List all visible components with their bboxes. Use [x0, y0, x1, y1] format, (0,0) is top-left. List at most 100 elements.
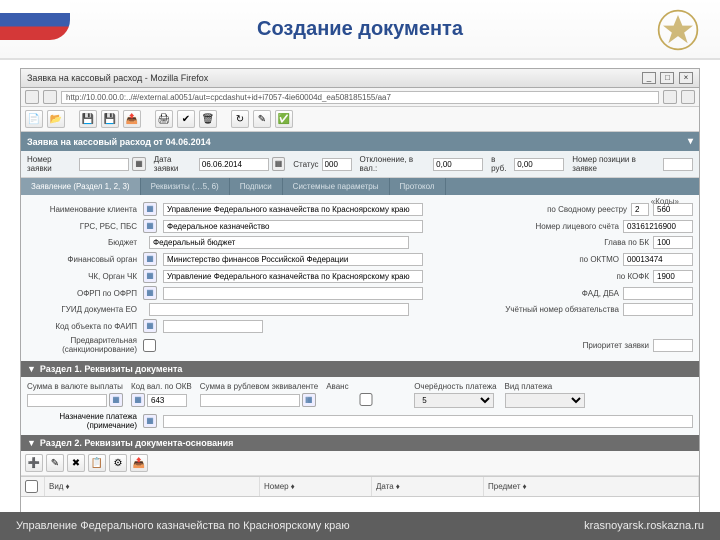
- codes-label: «Коды»: [651, 197, 679, 206]
- footer-site: krasnoyarsk.roskazna.ru: [584, 520, 704, 532]
- slide-footer: Управление Федерального казначейства по …: [0, 512, 720, 540]
- fin-input[interactable]: [163, 253, 423, 266]
- lineno-input[interactable]: [663, 158, 693, 171]
- refresh-icon[interactable]: ↻: [231, 110, 249, 128]
- sumrub-pick-icon[interactable]: ▦: [302, 393, 316, 407]
- ochered-select[interactable]: 5: [414, 393, 494, 408]
- r3-input[interactable]: [653, 236, 693, 249]
- select-all-checkbox[interactable]: [25, 480, 38, 493]
- chk-pick-icon[interactable]: ▦: [143, 269, 157, 283]
- r3-label: Глава по БК: [559, 238, 649, 247]
- vid-select[interactable]: [505, 393, 585, 408]
- bookmark-button[interactable]: [681, 90, 695, 104]
- num-pick-icon[interactable]: ▦: [132, 157, 145, 171]
- col-vid: Вид: [49, 482, 63, 491]
- status-label: Статус: [293, 160, 318, 169]
- export-row-icon[interactable]: 📤: [130, 454, 148, 472]
- prio-label: Приоритет заявки: [559, 341, 649, 350]
- save-icon[interactable]: 💾: [79, 110, 97, 128]
- sumval-input[interactable]: [27, 394, 107, 407]
- sumrub-input[interactable]: [200, 394, 300, 407]
- sort-icon[interactable]: ♦: [291, 482, 295, 491]
- window-title: Заявка на кассовый расход - Mozilla Fire…: [27, 73, 208, 83]
- avans-checkbox[interactable]: [326, 393, 406, 406]
- print-icon[interactable]: 🖨: [155, 110, 173, 128]
- kodokb-input[interactable]: [147, 394, 187, 407]
- ochered-label: Очерёдность платежа: [414, 382, 496, 391]
- calendar-icon[interactable]: ▦: [272, 157, 285, 171]
- forward-button[interactable]: [43, 90, 57, 104]
- check-icon[interactable]: ✔: [177, 110, 195, 128]
- minimize-button[interactable]: _: [642, 72, 656, 84]
- save-close-icon[interactable]: 💾: [101, 110, 119, 128]
- edit-row-icon[interactable]: ✎: [46, 454, 64, 472]
- r7-input[interactable]: [623, 303, 693, 316]
- maximize-button[interactable]: □: [660, 72, 674, 84]
- settings-icon[interactable]: ⚙: [109, 454, 127, 472]
- export-icon[interactable]: 📤: [123, 110, 141, 128]
- delete-row-icon[interactable]: ✖: [67, 454, 85, 472]
- chk-input[interactable]: [163, 270, 423, 283]
- kod-pick-icon[interactable]: ▦: [143, 319, 157, 333]
- copy-row-icon[interactable]: 📋: [88, 454, 106, 472]
- date-input[interactable]: [199, 158, 269, 171]
- fin-pick-icon[interactable]: ▦: [143, 252, 157, 266]
- sumrub-label: Сумма в рублевом эквиваленте: [200, 382, 318, 391]
- tab-system[interactable]: Системные параметры: [283, 178, 390, 195]
- sort-icon[interactable]: ♦: [523, 482, 527, 491]
- col-pred: Предмет: [488, 482, 521, 491]
- r4-input[interactable]: [623, 253, 693, 266]
- delete-icon[interactable]: 🗑: [199, 110, 217, 128]
- status-input[interactable]: [322, 158, 352, 171]
- otkl-input[interactable]: [433, 158, 483, 171]
- tab-podpisi[interactable]: Подписи: [230, 178, 283, 195]
- prio-input[interactable]: [653, 339, 693, 352]
- ofrp-input[interactable]: [163, 287, 423, 300]
- pred-checkbox[interactable]: [143, 339, 156, 352]
- browser-window: Заявка на кассовый расход - Mozilla Fire…: [20, 68, 700, 526]
- collapse-icon[interactable]: ▾: [688, 136, 693, 147]
- close-button[interactable]: ×: [679, 72, 693, 84]
- grs-input[interactable]: [163, 220, 423, 233]
- tab-protokol[interactable]: Протокол: [390, 178, 446, 195]
- r6-input[interactable]: [623, 287, 693, 300]
- sumval-pick-icon[interactable]: ▦: [109, 393, 123, 407]
- client-pick-icon[interactable]: ▦: [143, 202, 157, 216]
- num-input[interactable]: [79, 158, 129, 171]
- grs-pick-icon[interactable]: ▦: [143, 219, 157, 233]
- rub-input[interactable]: [514, 158, 564, 171]
- sign-icon[interactable]: ✎: [253, 110, 271, 128]
- otkl-label: Отклонение, в вал.:: [360, 155, 431, 173]
- kodokb-pick-icon[interactable]: ▦: [131, 393, 145, 407]
- nazn-input[interactable]: [163, 415, 693, 428]
- open-icon[interactable]: 📂: [47, 110, 65, 128]
- section1-header[interactable]: ▼ Раздел 1. Реквизиты документа: [21, 361, 699, 377]
- nazn-pick-icon[interactable]: ▦: [143, 414, 157, 428]
- approve-icon[interactable]: ✅: [275, 110, 293, 128]
- lineno-label: Номер позиции в заявке: [572, 155, 660, 173]
- avans-label: Аванс: [326, 382, 406, 391]
- back-button[interactable]: [25, 90, 39, 104]
- url-input[interactable]: http://10.00.00.0:../#/external.a0051/au…: [61, 91, 659, 104]
- ofrp-pick-icon[interactable]: ▦: [143, 286, 157, 300]
- reload-button[interactable]: [663, 90, 677, 104]
- tab-zayavlenie[interactable]: Заявление (Раздел 1, 2, 3): [21, 178, 141, 195]
- budget-input[interactable]: [149, 236, 409, 249]
- r2-input[interactable]: [623, 220, 693, 233]
- add-row-icon[interactable]: ➕: [25, 454, 43, 472]
- r5-input[interactable]: [653, 270, 693, 283]
- r1-input1[interactable]: [631, 203, 649, 216]
- chevron-down-icon: ▼: [27, 438, 36, 448]
- ofrp-label: ОФРП по ОФРП: [27, 289, 137, 298]
- section2-header[interactable]: ▼ Раздел 2. Реквизиты документа-основани…: [21, 435, 699, 451]
- tab-rekvizity[interactable]: Реквизиты (…5, 6): [141, 178, 230, 195]
- footer-org: Управление Федерального казначейства по …: [16, 520, 350, 532]
- sort-icon[interactable]: ♦: [396, 482, 400, 491]
- kod-input[interactable]: [163, 320, 263, 333]
- new-doc-icon[interactable]: 📄: [25, 110, 43, 128]
- guid-input[interactable]: [149, 303, 409, 316]
- date-label: Дата заявки: [154, 155, 196, 173]
- window-controls: _ □ ×: [640, 72, 693, 84]
- sort-icon[interactable]: ♦: [65, 482, 69, 491]
- client-input[interactable]: [163, 203, 423, 216]
